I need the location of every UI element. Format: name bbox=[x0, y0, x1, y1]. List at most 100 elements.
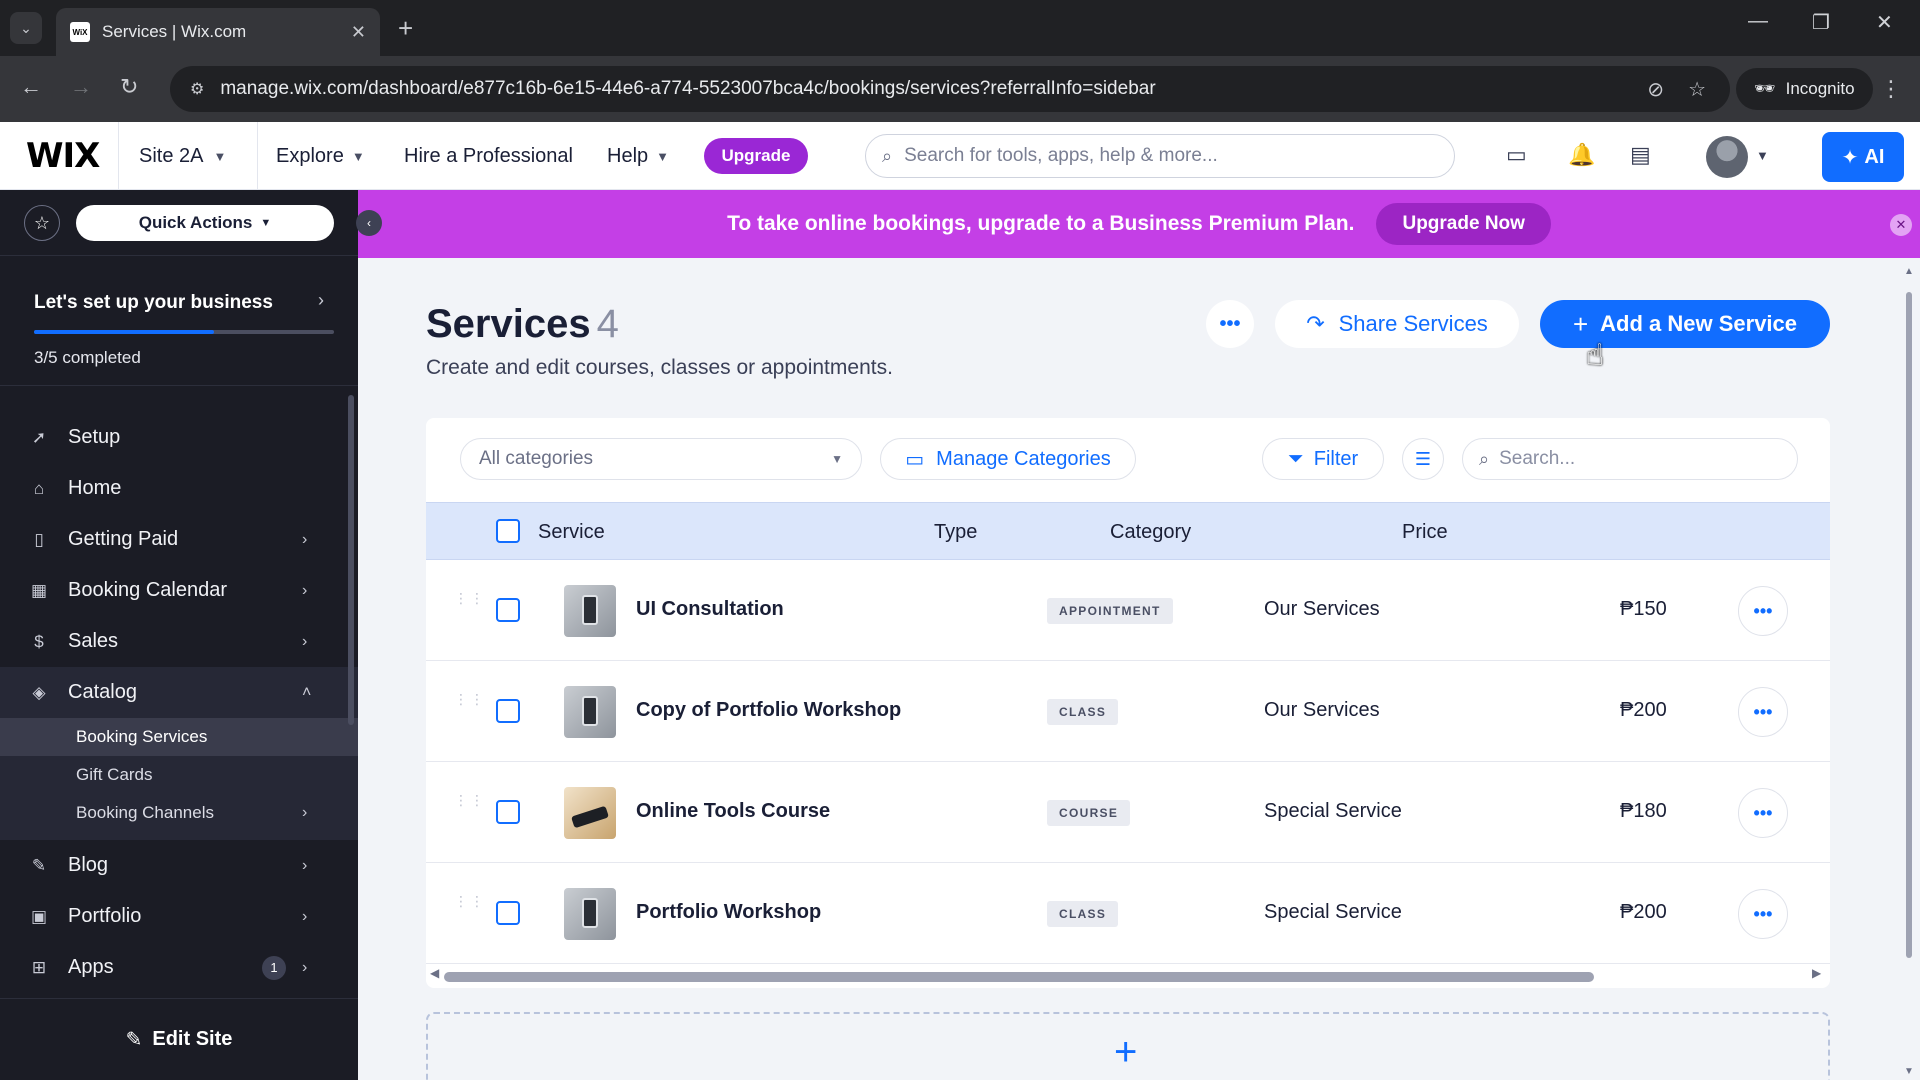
table-row[interactable]: ⋮⋮ Portfolio Workshop CLASS Special Serv… bbox=[426, 863, 1830, 964]
page-scroll-thumb[interactable] bbox=[1906, 292, 1912, 958]
header-category[interactable]: Category bbox=[1110, 521, 1191, 544]
close-window-icon[interactable]: ✕ bbox=[1876, 10, 1893, 35]
category-cell: Our Services bbox=[1264, 699, 1380, 721]
sidebar-scrollbar[interactable] bbox=[348, 395, 354, 725]
drag-handle-icon[interactable]: ⋮⋮ bbox=[454, 591, 484, 605]
collapse-sidebar-icon[interactable]: ‹ bbox=[356, 210, 382, 236]
row-more-icon[interactable]: ••• bbox=[1738, 788, 1788, 838]
new-tab-icon[interactable]: + bbox=[398, 12, 413, 44]
table-search-input[interactable] bbox=[1499, 448, 1780, 470]
service-name[interactable]: UI Consultation bbox=[636, 598, 784, 621]
add-service-dropzone[interactable]: + bbox=[426, 1012, 1830, 1080]
minimize-icon[interactable]: — bbox=[1748, 10, 1768, 33]
tab-search-icon[interactable]: ⌄ bbox=[10, 12, 42, 44]
row-more-icon[interactable]: ••• bbox=[1738, 889, 1788, 939]
service-name[interactable]: Portfolio Workshop bbox=[636, 901, 821, 924]
forward-icon[interactable]: → bbox=[70, 74, 92, 100]
sidebar-item-booking-calendar[interactable]: ▦ Booking Calendar › bbox=[0, 565, 358, 616]
sidebar-item-portfolio[interactable]: ▣ Portfolio › bbox=[0, 891, 358, 942]
page-scrollbar[interactable]: ▲ ▼ bbox=[1904, 266, 1914, 1078]
global-search-input[interactable] bbox=[904, 145, 1425, 167]
edit-site-button[interactable]: ✎ Edit Site bbox=[0, 998, 358, 1080]
share-services-button[interactable]: ↷ Share Services bbox=[1275, 300, 1519, 348]
hand-cursor-icon: ☝ bbox=[1586, 339, 1605, 372]
table-row[interactable]: ⋮⋮ UI Consultation APPOINTMENT Our Servi… bbox=[426, 560, 1830, 661]
service-name[interactable]: Online Tools Course bbox=[636, 800, 830, 823]
manage-categories-button[interactable]: ▭ Manage Categories bbox=[880, 438, 1136, 480]
site-selector[interactable]: Site 2A ▼ bbox=[118, 122, 258, 190]
browser-tab[interactable]: WiX Services | Wix.com ✕ bbox=[56, 8, 380, 56]
add-new-service-button[interactable]: + Add a New Service bbox=[1540, 300, 1830, 348]
restore-icon[interactable]: ❐ bbox=[1812, 10, 1830, 35]
close-tab-icon[interactable]: ✕ bbox=[351, 22, 366, 43]
table-row[interactable]: ⋮⋮ Copy of Portfolio Workshop CLASS Our … bbox=[426, 661, 1830, 762]
browser-menu-icon[interactable]: ⋮ bbox=[1880, 76, 1902, 102]
chevron-up-icon: ˄ bbox=[302, 683, 312, 701]
wix-logo[interactable]: WIX bbox=[26, 136, 100, 176]
global-search[interactable]: ⌕ bbox=[865, 134, 1455, 178]
more-actions-icon[interactable]: ••• bbox=[1206, 300, 1254, 348]
close-banner-icon[interactable]: ✕ bbox=[1890, 214, 1912, 236]
scroll-down-icon[interactable]: ▼ bbox=[1904, 1066, 1914, 1077]
sidebar-item-getting-paid[interactable]: ▯ Getting Paid › bbox=[0, 514, 358, 565]
bookmark-star-icon[interactable]: ☆ bbox=[1688, 77, 1706, 102]
type-tag: APPOINTMENT bbox=[1047, 598, 1173, 624]
select-all-checkbox[interactable] bbox=[496, 519, 520, 543]
catalog-icon: ◈ bbox=[32, 682, 46, 702]
incognito-indicator[interactable]: 🕶 Incognito bbox=[1736, 68, 1873, 110]
sidebar-item-apps[interactable]: ⊞ Apps 1 › bbox=[0, 942, 358, 993]
row-checkbox[interactable] bbox=[496, 800, 520, 824]
table-row[interactable]: ⋮⋮ Online Tools Course COURSE Special Se… bbox=[426, 762, 1830, 863]
sidebar-subitem-booking-channels[interactable]: Booking Channels › bbox=[0, 794, 358, 832]
sidebar-item-setup[interactable]: ➚ Setup bbox=[0, 412, 358, 463]
category-select[interactable]: All categories ▼ bbox=[460, 438, 862, 480]
account-chevron-down-icon[interactable]: ▼ bbox=[1756, 148, 1769, 163]
notifications-bell-icon[interactable]: 🔔 bbox=[1568, 142, 1595, 168]
news-feed-icon[interactable]: ▤ bbox=[1630, 142, 1651, 168]
sidebar-subitem-booking-services[interactable]: Booking Services bbox=[0, 718, 358, 756]
horizontal-scrollbar[interactable]: ◀ ▶ bbox=[426, 962, 1830, 988]
drag-handle-icon[interactable]: ⋮⋮ bbox=[454, 894, 484, 908]
site-name: Site 2A bbox=[139, 144, 204, 167]
header-type[interactable]: Type bbox=[934, 521, 977, 544]
explore-menu[interactable]: Explore ▼ bbox=[276, 122, 365, 190]
sidebar-item-home[interactable]: ⌂ Home bbox=[0, 463, 358, 514]
setup-progress-card[interactable]: Let's set up your business › 3/5 complet… bbox=[0, 256, 358, 386]
column-settings-icon[interactable]: ☰ bbox=[1402, 438, 1444, 480]
hire-professional-link[interactable]: Hire a Professional bbox=[404, 122, 573, 190]
row-checkbox[interactable] bbox=[496, 901, 520, 925]
drag-handle-icon[interactable]: ⋮⋮ bbox=[454, 692, 484, 706]
scroll-right-icon[interactable]: ▶ bbox=[1812, 966, 1821, 980]
table-search[interactable]: ⌕ bbox=[1462, 438, 1798, 480]
header-service[interactable]: Service bbox=[538, 521, 605, 544]
address-bar[interactable]: ⚙ manage.wix.com/dashboard/e877c16b-6e15… bbox=[170, 66, 1730, 112]
drag-handle-icon[interactable]: ⋮⋮ bbox=[454, 793, 484, 807]
row-checkbox[interactable] bbox=[496, 598, 520, 622]
sidebar-item-sales[interactable]: $ Sales › bbox=[0, 616, 358, 667]
row-checkbox[interactable] bbox=[496, 699, 520, 723]
upgrade-now-button[interactable]: Upgrade Now bbox=[1376, 203, 1551, 245]
apps-icon: ⊞ bbox=[31, 957, 47, 977]
horizontal-scroll-thumb[interactable] bbox=[444, 972, 1594, 982]
back-icon[interactable]: ← bbox=[20, 74, 42, 100]
sidebar-item-catalog[interactable]: ◈ Catalog ˄ bbox=[0, 667, 358, 718]
ai-assistant-button[interactable]: ✦ AI bbox=[1822, 132, 1904, 182]
site-info-icon[interactable]: ⚙ bbox=[190, 79, 204, 99]
help-menu[interactable]: Help ▼ bbox=[607, 122, 669, 190]
reload-icon[interactable]: ↻ bbox=[120, 74, 138, 100]
favorites-star-icon[interactable]: ☆ bbox=[24, 205, 60, 241]
quick-actions-button[interactable]: Quick Actions ▼ bbox=[76, 205, 334, 241]
row-more-icon[interactable]: ••• bbox=[1738, 687, 1788, 737]
row-more-icon[interactable]: ••• bbox=[1738, 586, 1788, 636]
sidebar-subitem-gift-cards[interactable]: Gift Cards bbox=[0, 756, 358, 794]
scroll-left-icon[interactable]: ◀ bbox=[430, 966, 439, 980]
filter-button[interactable]: ⏷ Filter bbox=[1262, 438, 1384, 480]
eye-off-icon[interactable]: ⊘ bbox=[1647, 77, 1664, 102]
service-name[interactable]: Copy of Portfolio Workshop bbox=[636, 699, 901, 722]
scroll-up-icon[interactable]: ▲ bbox=[1904, 266, 1914, 277]
chat-icon[interactable]: ▭ bbox=[1506, 142, 1527, 168]
upgrade-button[interactable]: Upgrade bbox=[704, 138, 808, 174]
avatar[interactable] bbox=[1706, 136, 1748, 178]
header-price[interactable]: Price bbox=[1402, 521, 1448, 544]
sidebar-item-blog[interactable]: ✎ Blog › bbox=[0, 840, 358, 891]
